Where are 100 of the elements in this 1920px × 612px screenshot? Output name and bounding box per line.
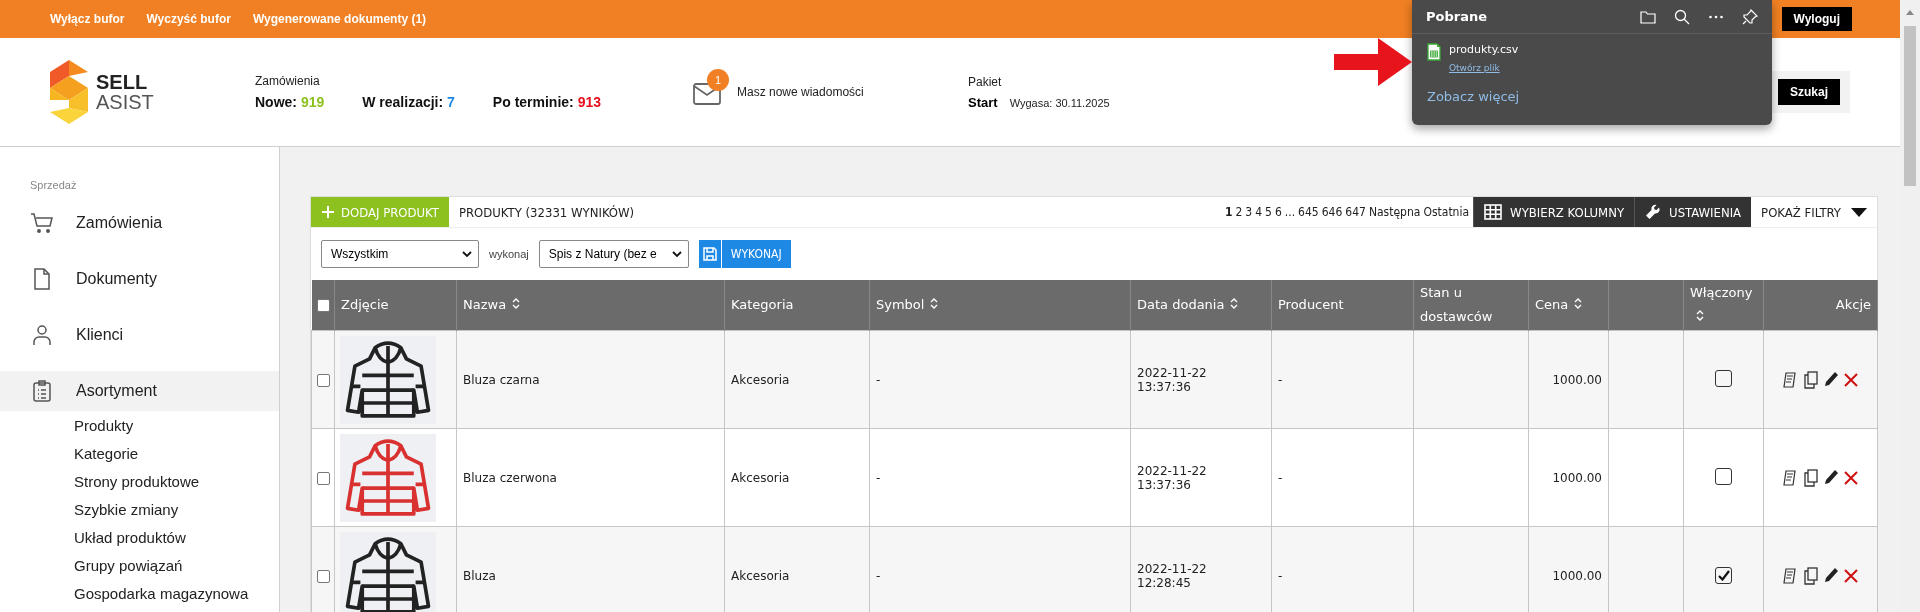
sort-icon[interactable]: [512, 298, 521, 309]
package-name: Start: [968, 94, 998, 110]
page-link[interactable]: Ostatnia: [1423, 205, 1470, 219]
column-header-cell[interactable]: Symbol: [869, 280, 1131, 331]
copy-icon[interactable]: [1802, 370, 1819, 389]
sort-icon[interactable]: [1696, 310, 1704, 321]
column-label: Włączony: [1690, 285, 1753, 300]
enabled-checkbox[interactable]: [1715, 467, 1732, 485]
column-label: Stan u dostawców: [1420, 285, 1493, 324]
sidebar-subitem[interactable]: Strony produktowe: [0, 467, 279, 495]
page-link[interactable]: 4: [1255, 205, 1263, 219]
column-header-cell[interactable]: Nazwa: [456, 280, 725, 331]
envelope-icon: [693, 83, 721, 105]
category-cell: Akcesoria: [731, 470, 790, 485]
select-all-checkbox[interactable]: [316, 299, 330, 312]
downloads-title: Pobrane: [1426, 9, 1488, 24]
edit-icon[interactable]: [1822, 566, 1839, 585]
search-icon[interactable]: [1674, 8, 1690, 25]
column-header-cell[interactable]: Data dodania: [1130, 280, 1272, 331]
delete-icon[interactable]: [1842, 370, 1859, 389]
open-file-link[interactable]: Otwórz plik: [1449, 63, 1500, 73]
page-link[interactable]: 3: [1245, 205, 1253, 219]
scrollbar[interactable]: [1900, 0, 1920, 612]
sidebar-subitem[interactable]: Gospodarka magazynowa: [0, 579, 279, 607]
package-title: Pakiet: [968, 74, 1003, 89]
grid-icon: [1484, 204, 1503, 220]
price-cell: 1000.00: [1552, 568, 1602, 583]
action-label: wykonaj: [489, 248, 529, 260]
scope-select[interactable]: Wszystkim: [321, 240, 479, 268]
logo-icon: [50, 60, 88, 124]
enabled-checkbox[interactable]: [1715, 369, 1732, 387]
sort-icon[interactable]: [930, 298, 939, 309]
sidebar-item[interactable]: Asortyment: [0, 371, 279, 411]
sidebar-subitem[interactable]: Kategorie: [0, 439, 279, 467]
notes-icon[interactable]: [1782, 566, 1799, 585]
logout-button[interactable]: Wyloguj: [1781, 7, 1852, 31]
sidebar-subitem[interactable]: Szybkie zmiany: [0, 495, 279, 523]
copy-icon[interactable]: [1802, 468, 1819, 487]
folder-icon[interactable]: [1640, 8, 1656, 25]
sidebar-item[interactable]: Klienci: [0, 315, 279, 355]
column-label: Zdjęcie: [341, 297, 389, 312]
logo-text: ASIST: [96, 92, 154, 112]
row-checkbox[interactable]: [317, 471, 330, 485]
settings-button[interactable]: USTAWIENIA: [1634, 197, 1752, 227]
page-link[interactable]: 6: [1274, 205, 1282, 219]
file-name: produkty.csv: [1449, 43, 1519, 56]
order-stat: Nowe: 919: [255, 94, 325, 110]
execute-button[interactable]: WYKONAJ: [698, 240, 791, 268]
copy-icon[interactable]: [1802, 566, 1819, 585]
sort-icon[interactable]: [1574, 298, 1583, 309]
sidebar-subitem[interactable]: Produkty: [0, 411, 279, 439]
page-link[interactable]: 5: [1265, 205, 1272, 219]
columns-button[interactable]: WYBIERZ KOLUMNY: [1473, 197, 1635, 227]
see-more-link[interactable]: Zobacz więcej: [1427, 89, 1520, 104]
page-link[interactable]: ...: [1284, 205, 1296, 219]
clipboard-icon: [30, 379, 54, 403]
symbol-cell: -: [876, 568, 881, 583]
pin-icon[interactable]: [1742, 8, 1758, 25]
date-cell-text: 2022-11-22 13:37:36: [1137, 463, 1208, 492]
arrow-icon: [1334, 38, 1412, 86]
delete-icon[interactable]: [1842, 468, 1859, 487]
row-checkbox[interactable]: [317, 569, 330, 583]
sidebar-item[interactable]: Zamówienia: [0, 203, 279, 243]
action-select[interactable]: Spis z Natury (bez e: [538, 240, 689, 268]
notes-icon[interactable]: [1782, 468, 1799, 487]
column-label: Producent: [1278, 297, 1344, 312]
price-cell: 1000.00: [1552, 470, 1602, 485]
page-link[interactable]: Następna: [1368, 205, 1421, 219]
category-cell: Akcesoria: [731, 568, 790, 583]
page-link[interactable]: 1: [1224, 205, 1233, 219]
page-link[interactable]: 645: [1298, 205, 1319, 219]
page-link[interactable]: 2: [1235, 205, 1243, 219]
messages-text: Masz nowe wiadomości: [737, 85, 864, 99]
date-cell-text: 2022-11-22 13:37:36: [1137, 365, 1208, 394]
column-header-cell[interactable]: Włączony: [1683, 280, 1764, 331]
edit-icon[interactable]: [1822, 370, 1839, 389]
producer-cell: -: [1278, 470, 1283, 485]
person-icon: [30, 323, 54, 347]
sort-icon[interactable]: [1230, 298, 1239, 309]
order-stat: Po terminie: 913: [492, 94, 601, 110]
page-link[interactable]: 647: [1345, 205, 1366, 219]
sidebar-item[interactable]: Dokumenty: [0, 259, 279, 299]
category-cell: Akcesoria: [731, 372, 790, 387]
cart-icon: [30, 211, 54, 235]
delete-icon[interactable]: [1842, 566, 1859, 585]
producer-cell: -: [1278, 568, 1283, 583]
sidebar-subitem[interactable]: Układ produktów: [0, 523, 279, 551]
page-link[interactable]: 646: [1321, 205, 1343, 219]
row-checkbox[interactable]: [317, 373, 330, 387]
scroll-thumb[interactable]: [1904, 26, 1916, 186]
notes-icon[interactable]: [1782, 370, 1799, 389]
column-label: Symbol: [876, 297, 925, 312]
package-expiry: Wygasa: 30.11.2025: [1009, 96, 1110, 109]
column-header-cell[interactable]: Cena: [1528, 280, 1609, 331]
symbol-cell: -: [876, 470, 881, 485]
search-button[interactable]: Szukaj: [1778, 79, 1840, 105]
edit-icon[interactable]: [1822, 468, 1839, 487]
enabled-checkbox[interactable]: [1715, 567, 1732, 584]
date-cell-text: 2022-11-22 12:28:45: [1137, 561, 1208, 590]
sidebar-subitem[interactable]: Grupy powiązań: [0, 551, 279, 579]
